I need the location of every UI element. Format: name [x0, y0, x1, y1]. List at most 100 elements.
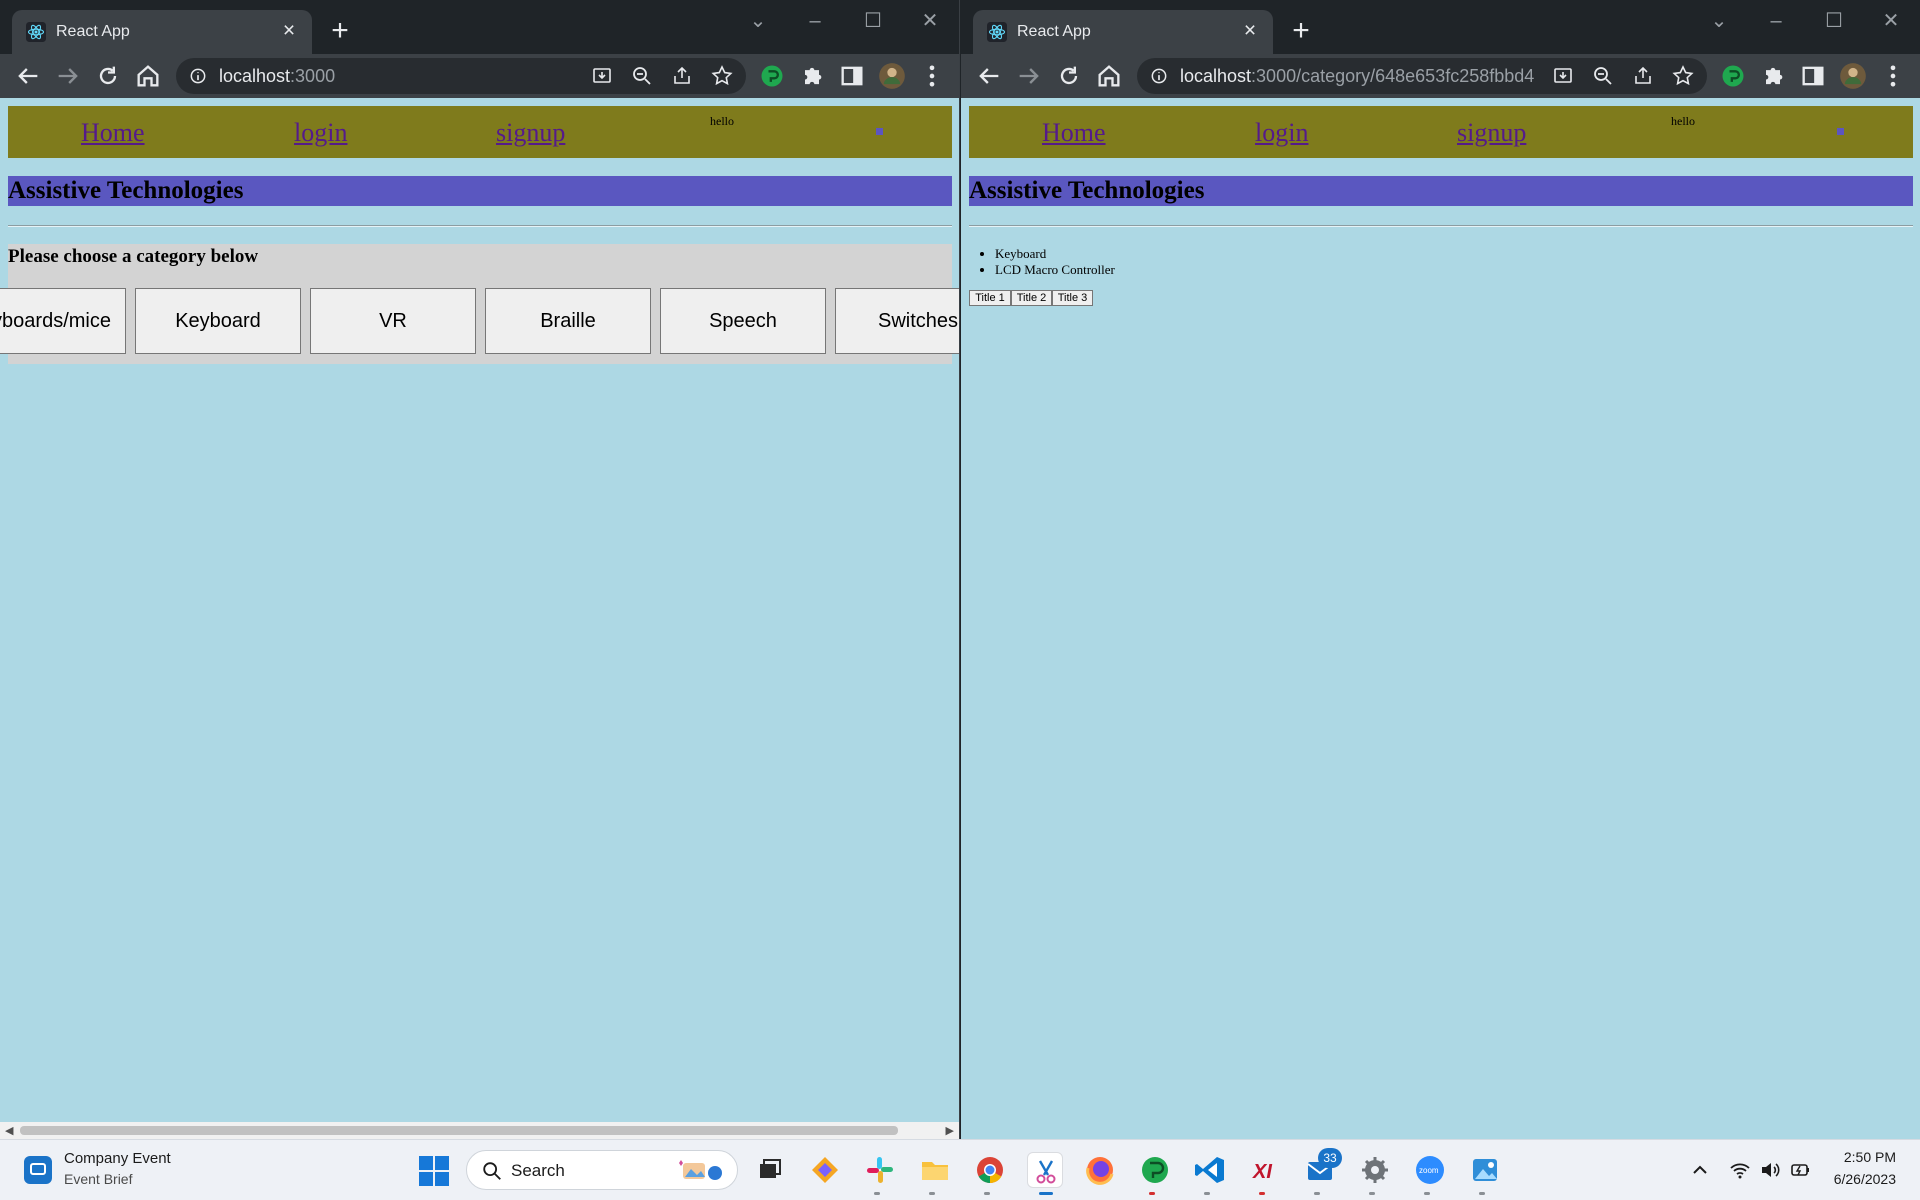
chrome-menu-icon[interactable] [1879, 62, 1907, 90]
close-tab-icon[interactable]: × [276, 18, 302, 44]
site-navbar: Home login signup hello [969, 106, 1913, 158]
scroll-left-icon[interactable]: ◀ [5, 1124, 13, 1137]
home-icon[interactable] [134, 62, 162, 90]
evernote-running-indicator [1149, 1192, 1155, 1195]
scroll-right-icon[interactable]: ▶ [946, 1124, 954, 1137]
minimize-icon[interactable]: – [792, 6, 838, 36]
site-info-icon[interactable] [1149, 66, 1169, 86]
share-icon[interactable] [1631, 64, 1655, 88]
close-window-icon[interactable]: ✕ [1868, 6, 1914, 36]
nav-home-link[interactable]: Home [81, 118, 145, 148]
evernote-extension-icon[interactable] [758, 62, 786, 90]
volume-icon[interactable] [1758, 1158, 1782, 1182]
mail-unread-badge: 33 [1318, 1148, 1342, 1168]
wifi-icon[interactable] [1728, 1158, 1752, 1182]
back-icon[interactable] [975, 62, 1003, 90]
vscode-running-indicator [1204, 1192, 1210, 1195]
new-tab-icon[interactable]: + [324, 16, 356, 48]
category-button-braille[interactable]: Braille [485, 288, 651, 354]
slack-running-indicator [874, 1192, 880, 1195]
browser-toolbar: localhost:3000/category/648e653fc258fbbd… [961, 54, 1920, 98]
tab-search-icon[interactable]: ⌄ [1696, 6, 1742, 36]
file-explorer-icon[interactable] [917, 1152, 953, 1188]
forward-icon[interactable] [1015, 62, 1043, 90]
install-app-icon[interactable] [1551, 64, 1575, 88]
show-hidden-icons-icon[interactable] [1688, 1158, 1712, 1182]
widget-subtitle[interactable]: Event Brief [64, 1171, 132, 1187]
title-1-button[interactable]: Title 1 [969, 290, 1011, 306]
horizontal-scrollbar[interactable]: ◀ ▶ [0, 1122, 959, 1139]
install-app-icon[interactable] [590, 64, 614, 88]
address-bar[interactable]: localhost:3000 [176, 58, 746, 94]
scrollbar-thumb[interactable] [20, 1126, 898, 1135]
extensions-puzzle-icon[interactable] [798, 62, 826, 90]
minimize-icon[interactable]: – [1753, 6, 1799, 36]
maximize-icon[interactable]: ☐ [850, 6, 896, 36]
evernote-extension-icon[interactable] [1719, 62, 1747, 90]
task-view-icon[interactable] [752, 1152, 788, 1188]
bookmark-star-icon[interactable] [1671, 64, 1695, 88]
extensions-puzzle-icon[interactable] [1759, 62, 1787, 90]
tab-search-icon[interactable]: ⌄ [735, 6, 781, 36]
search-highlight-icon [679, 1160, 722, 1180]
side-panel-icon[interactable] [1799, 62, 1827, 90]
vscode-icon[interactable] [1192, 1152, 1228, 1188]
profile-avatar-icon[interactable] [1839, 62, 1867, 90]
tab-title: React App [56, 23, 130, 40]
forward-icon[interactable] [54, 62, 82, 90]
reload-icon[interactable] [1055, 62, 1083, 90]
chrome-icon[interactable] [972, 1152, 1008, 1188]
widget-title[interactable]: Company Event [64, 1150, 171, 1167]
settings-running-indicator [1369, 1192, 1375, 1195]
share-icon[interactable] [670, 64, 694, 88]
taskbar-search-box[interactable]: Search [466, 1150, 738, 1190]
home-icon[interactable] [1095, 62, 1123, 90]
site-info-icon[interactable] [188, 66, 208, 86]
nav-signup-link[interactable]: signup [1457, 118, 1526, 148]
profile-avatar-icon[interactable] [878, 62, 906, 90]
side-panel-icon[interactable] [838, 62, 866, 90]
maximize-icon[interactable]: ☐ [1811, 6, 1857, 36]
close-tab-icon[interactable]: × [1237, 18, 1263, 44]
reload-icon[interactable] [94, 62, 122, 90]
browser-tab[interactable]: React App × [12, 10, 312, 54]
nav-home-link[interactable]: Home [1042, 118, 1106, 148]
category-button-keyboard[interactable]: Keyboard [135, 288, 301, 354]
slack-icon[interactable] [862, 1152, 898, 1188]
category-button-vr[interactable]: VR [310, 288, 476, 354]
divider [969, 225, 1913, 227]
xi-app-icon[interactable]: XI [1247, 1152, 1283, 1188]
address-bar[interactable]: localhost:3000/category/648e653fc258fbbd… [1137, 58, 1707, 94]
nav-login-link[interactable]: login [294, 118, 347, 148]
title-2-button[interactable]: Title 2 [1011, 290, 1052, 306]
title-3-button[interactable]: Title 3 [1052, 290, 1093, 306]
nav-login-link[interactable]: login [1255, 118, 1308, 148]
git-app-icon[interactable] [807, 1152, 843, 1188]
settings-gear-icon[interactable] [1357, 1152, 1393, 1188]
snipping-tool-icon[interactable] [1027, 1152, 1063, 1188]
zoom-out-icon[interactable] [1591, 64, 1615, 88]
category-button-switches[interactable]: Switches [835, 288, 959, 354]
chrome-menu-icon[interactable] [918, 62, 946, 90]
category-button-keyboards-mice[interactable]: Keyboards/mice [0, 288, 126, 354]
battery-icon[interactable] [1788, 1158, 1812, 1182]
new-tab-icon[interactable]: + [1285, 16, 1317, 48]
calendar-widget-icon[interactable] [24, 1156, 52, 1184]
divider [8, 225, 952, 227]
search-icon [483, 1162, 501, 1180]
clock-date[interactable]: 6/26/2023 [1834, 1171, 1896, 1187]
nav-signup-link[interactable]: signup [496, 118, 565, 148]
bookmark-star-icon[interactable] [710, 64, 734, 88]
firefox-icon[interactable] [1082, 1152, 1118, 1188]
back-icon[interactable] [14, 62, 42, 90]
evernote-icon[interactable] [1137, 1152, 1173, 1188]
category-button-speech[interactable]: Speech [660, 288, 826, 354]
close-window-icon[interactable]: ✕ [907, 6, 953, 36]
site-title: Assistive Technologies [8, 176, 952, 206]
photos-icon[interactable] [1467, 1152, 1503, 1188]
zoom-icon[interactable]: zoom [1412, 1152, 1448, 1188]
zoom-out-icon[interactable] [630, 64, 654, 88]
clock-time[interactable]: 2:50 PM [1844, 1149, 1896, 1165]
windows-start-icon[interactable] [419, 1156, 449, 1186]
browser-tab[interactable]: React App × [973, 10, 1273, 54]
